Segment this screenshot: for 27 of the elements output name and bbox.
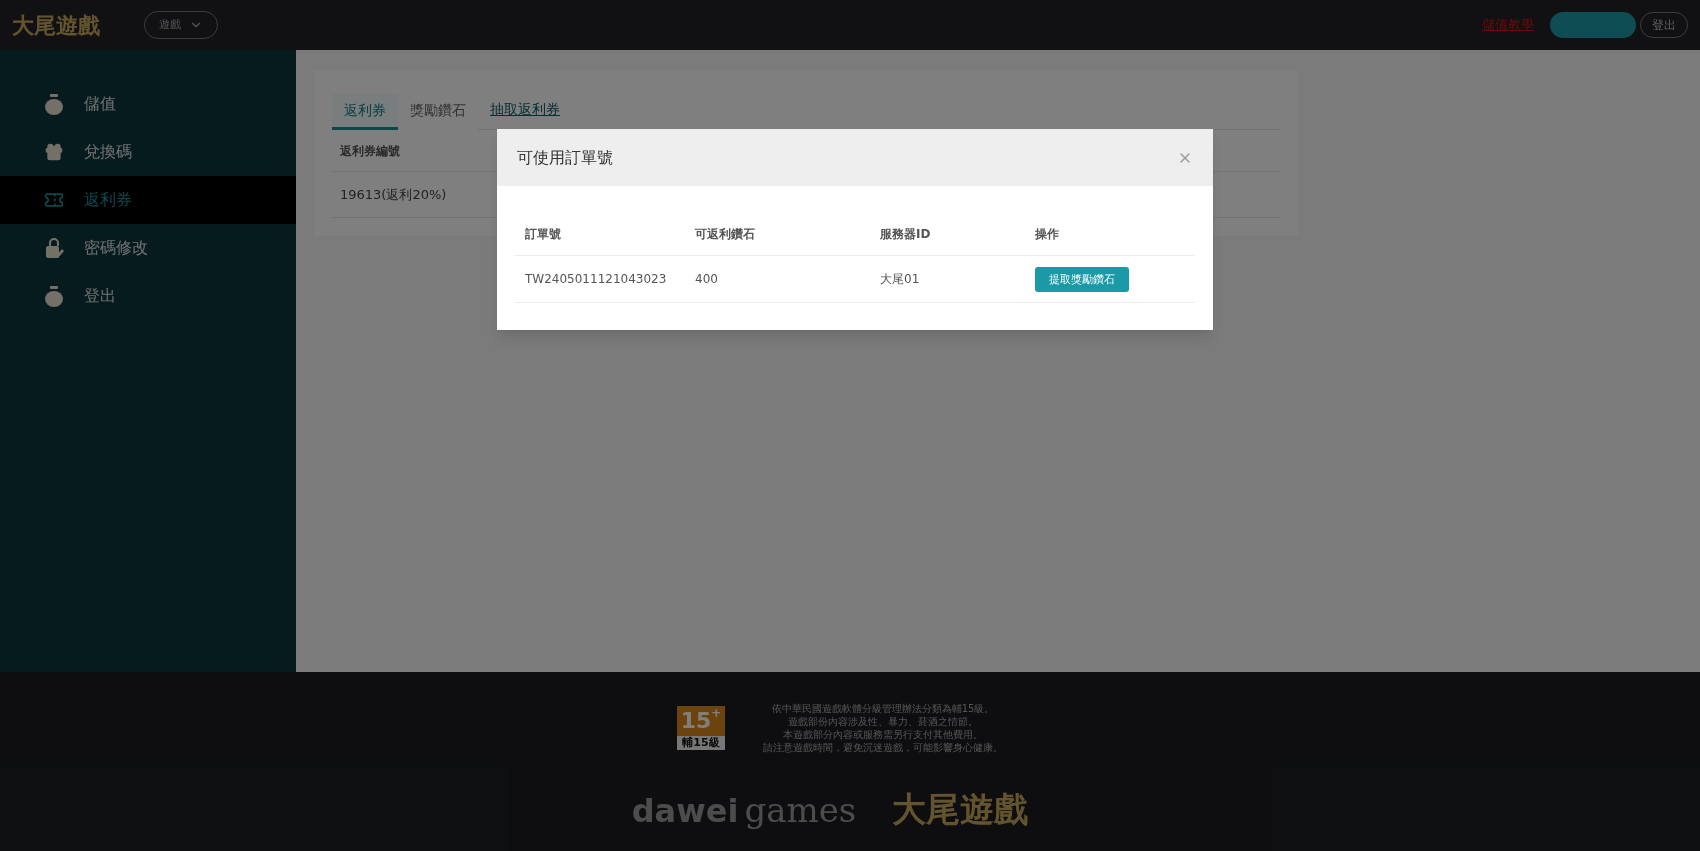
ticket-icon [44,190,64,210]
gift-icon [44,142,64,162]
column-header: 返利券編號 [340,142,400,160]
user-pill-button[interactable] [1550,12,1636,38]
money-bag-icon [44,93,64,115]
brand-logo: 大尾遊戲 [892,788,1029,831]
table-cell-text: 19613(返利20%) [340,185,447,204]
sidebar-item[interactable]: 兌換碼 [0,128,296,176]
sidebar-item[interactable]: 返利券 [0,176,296,224]
column-header: 服務器ID [880,225,932,243]
brand-wordmark: dawei games [631,792,857,827]
table-cell-text: TW2405011121043023 [525,271,668,288]
column-header: 操作 [1035,225,1060,243]
column-header: 訂單號 [525,225,562,243]
money-bag-icon [44,285,64,307]
dialog-title: 可使用訂單號 [517,146,613,169]
table-cell-text: 大尾01 [880,271,921,288]
sidebar-item[interactable]: 密碼修改 [0,224,296,272]
tab[interactable]: 返利券 [332,94,398,130]
sidebar-item[interactable]: 儲值 [0,80,296,128]
rebate-link[interactable]: 抽取返利券 [478,94,572,129]
logo[interactable]: 大尾遊戲 [12,8,100,42]
claim-button[interactable]: 提取獎勵鑽石 [1035,267,1129,293]
lock-pen-icon [44,237,64,259]
sidebar-item[interactable]: 登出 [0,272,296,320]
column-header: 可返利鑽石 [695,225,756,243]
table-cell-text: 400 [695,271,719,288]
